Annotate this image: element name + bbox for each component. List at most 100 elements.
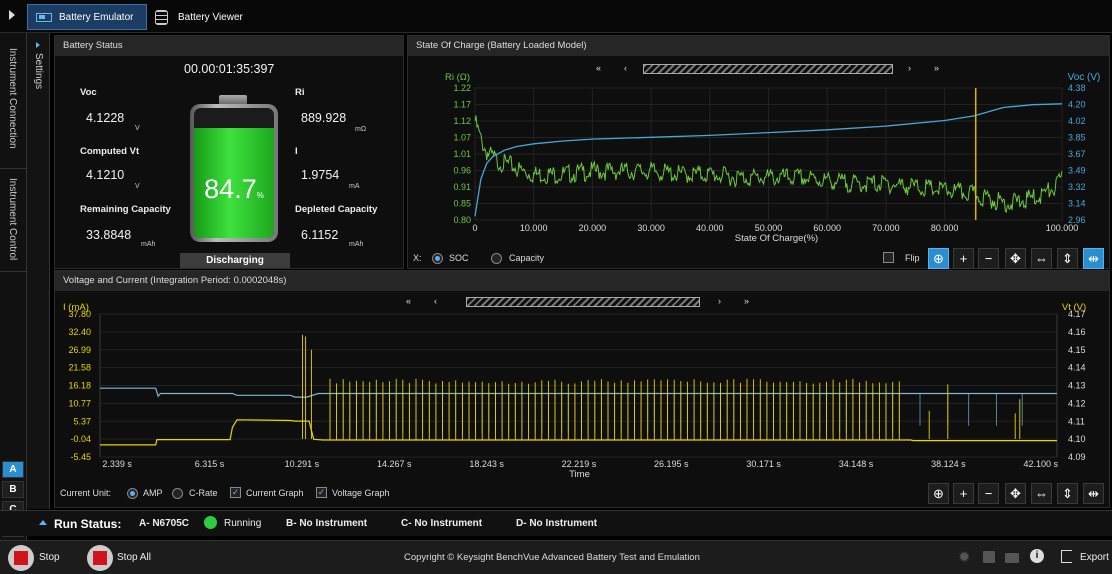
top-tab-bar: Battery Emulator Battery Viewer <box>0 0 1112 33</box>
instrument-control-tab[interactable]: Instrument Control <box>7 178 18 278</box>
soc-chart[interactable]: 0 10.000 20.000 30.000 40.000 50.000 60.000 70.… <box>407 68 1110 248</box>
unit-d-status: D- No Instrument <box>516 518 598 529</box>
tab-battery-emulator[interactable]: Battery Emulator <box>27 4 147 30</box>
current-value: 1.9754 <box>301 168 340 182</box>
soc-radio[interactable] <box>432 253 443 264</box>
folder-icon[interactable] <box>1005 553 1019 563</box>
x-tick-label: 10.000 <box>520 223 548 233</box>
current-unit-label: Current Unit: <box>60 488 112 498</box>
current-series-line <box>100 419 1057 446</box>
x-tick-label: 26.195 s <box>654 459 689 469</box>
voc-value: 4.1228 <box>86 111 125 125</box>
x-tick-label: 6.315 s <box>195 459 225 469</box>
unit-a-state: Running <box>224 518 262 529</box>
zoom-out-icon[interactable]: − <box>978 483 999 504</box>
collapse-arrow-icon[interactable] <box>39 520 47 525</box>
unit-c-status: C- No Instrument <box>401 518 483 529</box>
export-icon[interactable] <box>1061 550 1072 563</box>
y-left-tick-label: 1.22 <box>453 83 471 93</box>
ri-value: 889.928 <box>301 111 347 125</box>
y-right-tick-label: 4.12 <box>1068 398 1086 408</box>
stop-button[interactable] <box>8 545 34 571</box>
y-right-tick-label: 2.96 <box>1068 215 1086 225</box>
y-right-axis-label: Vt (V) <box>1062 302 1086 313</box>
settings-tab[interactable]: Settings <box>33 53 44 103</box>
unit-b-button[interactable]: B <box>2 481 24 498</box>
fit-vertical-icon[interactable]: ⇕ <box>1057 483 1078 504</box>
current-graph-checkbox[interactable]: ✓ <box>230 487 241 498</box>
battery-state-badge: Discharging <box>180 253 290 268</box>
battery-percent: 84.7% <box>194 174 274 205</box>
unit-a-status: A- N6705C <box>139 518 190 529</box>
zoom-in-icon[interactable]: + <box>953 248 974 269</box>
info-icon[interactable]: i <box>1030 549 1044 563</box>
instrument-connection-tab[interactable]: Instrument Connection <box>7 48 18 158</box>
voc-unit: V <box>135 125 140 132</box>
y-left-tick-label: -0.04 <box>70 434 91 444</box>
gear-icon[interactable]: ✹ <box>958 550 971 565</box>
flip-checkbox[interactable] <box>883 252 894 263</box>
pan-icon[interactable]: ⇹ <box>1083 248 1104 269</box>
voltage-graph-checkbox[interactable]: ✓ <box>316 487 327 498</box>
y-right-tick-label: 4.10 <box>1068 434 1086 444</box>
zoom-in-icon[interactable]: + <box>953 483 974 504</box>
y-right-tick-label: 4.09 <box>1068 452 1086 462</box>
y-right-tick-label: 3.67 <box>1068 149 1086 159</box>
x-axis-label: Time <box>569 469 590 480</box>
zoom-box-icon[interactable]: ⊕ <box>928 248 949 269</box>
capacity-radio[interactable] <box>491 253 502 264</box>
x-tick-label: 38.124 s <box>931 459 966 469</box>
tab-battery-viewer[interactable]: Battery Viewer <box>147 4 267 30</box>
fit-horizontal-icon[interactable]: ⇔ <box>1031 248 1052 269</box>
capacity-radio-label: Capacity <box>509 253 545 263</box>
settings-arrow-icon[interactable] <box>36 42 40 48</box>
bottom-bar: Stop Stop All Copyright © Keysight Bench… <box>0 540 1112 574</box>
fit-all-icon[interactable]: ✥ <box>1005 483 1026 504</box>
depleted-capacity-unit: mAh <box>349 241 364 248</box>
tab-label: Battery Emulator <box>59 11 134 23</box>
y-right-tick-label: 3.32 <box>1068 182 1086 192</box>
y-left-tick-label: 32.40 <box>68 327 91 337</box>
unit-a-button[interactable]: A <box>2 461 24 478</box>
y-right-tick-label: 4.11 <box>1068 416 1085 426</box>
panel-title: Battery Status <box>55 36 403 56</box>
amp-radio-label: AMP <box>143 488 163 498</box>
fit-all-icon[interactable]: ✥ <box>1005 248 1026 269</box>
y-right-tick-label: 3.49 <box>1068 166 1086 176</box>
stop-label: Stop <box>39 552 60 563</box>
stop-all-label: Stop All <box>117 552 151 563</box>
x-tick-label: 70.000 <box>872 223 900 233</box>
settings-rail: Settings <box>27 33 50 509</box>
left-rail: Instrument Connection Instrument Control… <box>0 33 27 541</box>
battery-icon <box>36 12 52 22</box>
current-pulses <box>302 334 1021 440</box>
panel-title: Voltage and Current (Integration Period:… <box>55 271 1109 291</box>
y-left-tick-label: 1.17 <box>453 100 471 110</box>
ri-label: Ri <box>295 87 305 98</box>
y-right-tick-label: 4.14 <box>1068 363 1086 373</box>
voltage-current-chart[interactable]: -5.45 -0.04 5.37 10.77 16.18 21.58 26.99 32.40 3… <box>54 300 1110 482</box>
fit-vertical-icon[interactable]: ⇕ <box>1057 248 1078 269</box>
x-tick-label: 42.100 s <box>1023 459 1058 469</box>
y-left-tick-label: 1.07 <box>453 133 471 143</box>
ri-unit: mΩ <box>355 126 367 133</box>
elapsed-time: 00.00:01:35:397 <box>184 62 275 76</box>
run-status-label: Run Status: <box>54 517 122 531</box>
y-right-tick-label: 4.20 <box>1068 100 1086 110</box>
crate-radio[interactable] <box>172 488 183 499</box>
stop-all-button[interactable] <box>87 545 113 571</box>
amp-radio[interactable] <box>127 488 138 499</box>
y-left-tick-label: 21.58 <box>68 363 91 373</box>
expand-arrow-icon[interactable] <box>9 10 15 20</box>
zoom-out-icon[interactable]: − <box>978 248 999 269</box>
y-left-axis-label: Ri (Ω) <box>445 72 470 83</box>
pan-icon[interactable]: ⇹ <box>1083 483 1104 504</box>
rail-divider <box>0 271 27 272</box>
y-left-axis-label: I (mA) <box>63 302 89 313</box>
fit-horizontal-icon[interactable]: ⇔ <box>1031 483 1052 504</box>
save-icon[interactable] <box>983 551 995 563</box>
zoom-box-icon[interactable]: ⊕ <box>928 483 949 504</box>
running-indicator <box>204 516 217 529</box>
export-label[interactable]: Export <box>1080 552 1109 563</box>
y-right-tick-label: 4.38 <box>1068 83 1086 93</box>
